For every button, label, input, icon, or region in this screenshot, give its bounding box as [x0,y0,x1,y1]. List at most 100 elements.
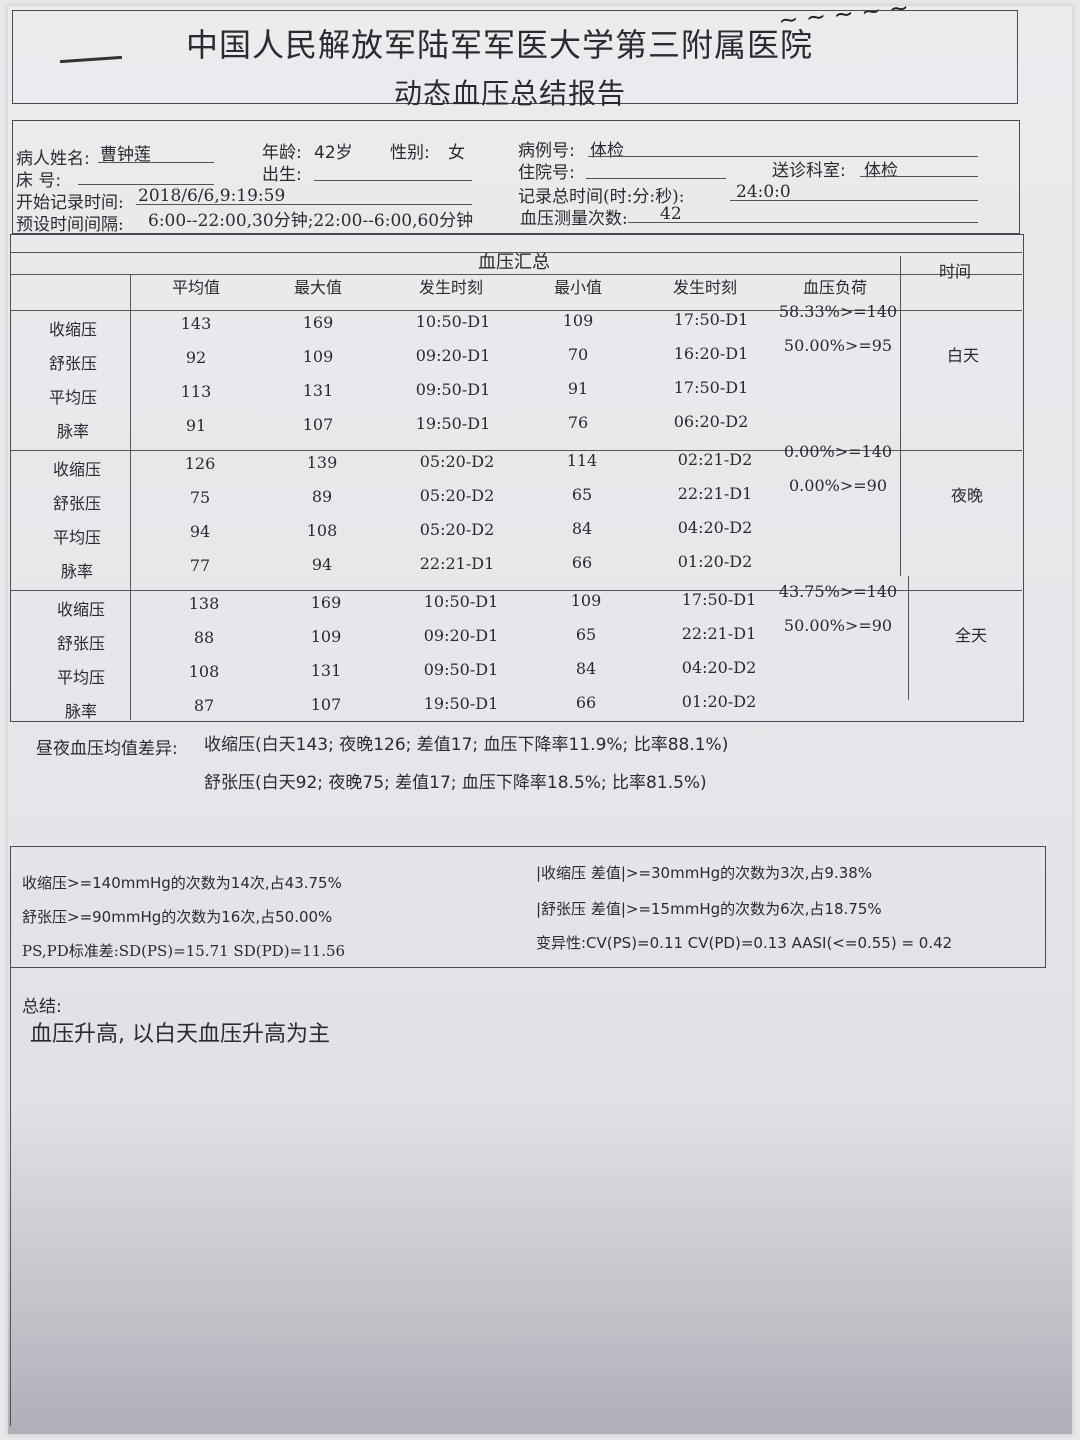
table-cell: 139 [306,453,338,472]
table-cell: 109 [562,311,594,330]
table-cell: 09:50-D1 [423,660,499,679]
table-cell: 84 [571,519,593,538]
interval-label: 预设时间间隔: [16,215,124,235]
table-cell: 17:50-D1 [673,378,749,397]
bp-load: 58.33%>=140 [778,302,898,321]
diff-diastolic: 舒张压(白天92; 夜晚75; 差值17; 血压下降率18.5%; 比率81.5… [204,773,707,793]
hdr-max-time: 发生时刻 [418,278,483,297]
table-cell: 87 [193,696,215,715]
diff-label: 昼夜血压均值差异: [36,739,178,759]
birth-label: 出生: [262,165,302,185]
row-label: 平均压 [48,388,97,407]
bp-load: 50.00%>=90 [783,616,893,635]
table-cell: 17:50-D1 [673,310,749,329]
table-cell: 109 [310,627,342,646]
hdr-period: 时间 [938,262,971,281]
row-label: 舒张压 [48,354,97,373]
table-cell: 19:50-D1 [415,414,491,433]
hospital-name: 中国人民解放军陆军军医大学第三附属医院 [186,26,814,64]
table-cell: 169 [302,313,334,332]
row-label: 舒张压 [52,494,101,513]
dept-label: 送诊科室: [772,161,846,181]
table-cell: 131 [302,381,334,400]
row-label: 收缩压 [52,460,101,479]
table-cell: 94 [189,522,211,541]
age-value: 42岁 [314,143,353,163]
table-cell: 138 [188,594,220,613]
bp-load: 0.00%>=140 [783,442,893,461]
table-cell: 66 [575,693,597,712]
interval-value: 6:00--22:00,30分钟;22:00--6:00,60分钟 [148,211,474,231]
table-cell: 66 [571,553,593,572]
period-label: 夜晚 [950,486,983,505]
hdr-min-time: 发生时刻 [672,278,737,297]
conclusion-label: 总结: [22,997,62,1017]
row-label: 收缩压 [56,600,105,619]
table-cell: 10:50-D1 [415,312,491,331]
stat-systolic-diff: |收缩压 差值|>=30mmHg的次数为3次,占9.38% [536,864,873,882]
hdr-average: 平均值 [171,278,220,297]
table-cell: 108 [306,521,338,540]
table-cell: 114 [566,451,598,470]
admit-label: 住院号: [518,163,575,183]
table-cell: 70 [567,345,589,364]
hdr-max: 最大值 [293,278,342,297]
conclusion-text: 血压升高, 以白天血压升高为主 [30,1022,330,1047]
row-label: 舒张压 [56,634,105,653]
table-cell: 107 [302,415,334,434]
table-cell: 09:20-D1 [415,346,491,365]
diff-systolic: 收缩压(白天143; 夜晚126; 差值17; 血压下降率11.9%; 比率88… [204,735,729,755]
table-cell: 22:21-D1 [677,484,753,503]
table-cell: 22:21-D1 [681,624,757,643]
table-cell: 76 [567,413,589,432]
case-value: 体检 [590,141,624,161]
total-time: 24:0:0 [736,182,791,202]
table-cell: 10:50-D1 [423,592,499,611]
table-cell: 169 [310,593,342,612]
table-cell: 84 [575,659,597,678]
row-label: 脉率 [56,422,89,441]
bp-load: 43.75%>=140 [778,582,898,601]
count-label: 血压测量次数: [520,209,628,229]
table-cell: 91 [567,379,589,398]
table-cell: 16:20-D1 [673,344,749,363]
table-cell: 06:20-D2 [673,412,749,431]
row-label: 收缩压 [48,320,97,339]
table-cell: 01:20-D2 [681,692,757,711]
table-cell: 107 [310,695,342,714]
table-cell: 113 [180,382,212,401]
table-cell: 108 [188,662,220,681]
row-label: 平均压 [52,528,101,547]
table-cell: 88 [193,628,215,647]
bp-load: 0.00%>=90 [789,476,887,495]
period-label: 白天 [946,346,979,365]
start-time: 2018/6/6,9:19:59 [138,186,286,206]
table-cell: 05:20-D2 [419,452,495,471]
table-cell: 131 [310,661,342,680]
table-cell: 94 [311,555,333,574]
stat-systolic-count: 收缩压>=140mmHg的次数为14次,占43.75% [22,874,342,892]
row-label: 平均压 [56,668,105,687]
table-cell: 09:50-D1 [415,380,491,399]
dept-value: 体检 [864,161,898,181]
table-cell: 109 [302,347,334,366]
table-cell: 109 [570,591,602,610]
table-cell: 75 [189,488,211,507]
table-cell: 09:20-D1 [423,626,499,645]
report-title: 动态血压总结报告 [394,77,627,110]
bp-load: 50.00%>=95 [783,336,893,355]
report-page: ~ ~ ~ ~ ~ 中国人民解放军陆军军医大学第三附属医院 动态血压总结报告 病… [8,0,1072,1434]
row-label: 脉率 [60,562,93,581]
table-cell: 17:50-D1 [681,590,757,609]
table-cell: 05:20-D2 [419,486,495,505]
hdr-load: 血压负荷 [802,278,867,297]
row-label: 脉率 [64,702,97,721]
table-cell: 04:20-D2 [677,518,753,537]
sex-label: 性别: [390,143,430,163]
table-cell: 65 [571,485,593,504]
table-cell: 04:20-D2 [681,658,757,677]
table-cell: 01:20-D2 [677,552,753,571]
stat-diastolic-count: 舒张压>=90mmHg的次数为16次,占50.00% [22,908,333,926]
stat-sd: PS,PD标准差:SD(PS)=15.71 SD(PD)=11.56 [22,942,346,960]
table-cell: 92 [185,348,207,367]
